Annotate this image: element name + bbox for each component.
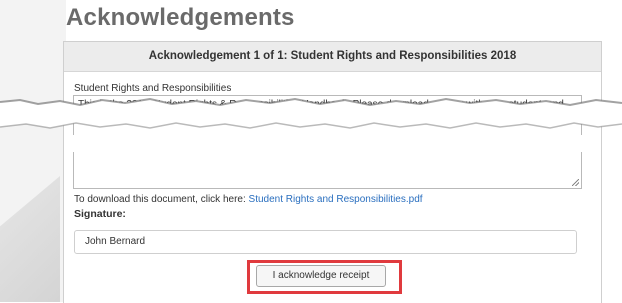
resize-grip-icon[interactable]	[572, 179, 579, 186]
download-link[interactable]: Student Rights and Responsibilities.pdf	[249, 194, 423, 205]
acknowledgement-panel: Acknowledgement 1 of 1: Student Rights a…	[63, 41, 602, 303]
document-textarea[interactable]: This is the 2018 Student Rights & Respon…	[73, 95, 582, 135]
acknowledge-receipt-button[interactable]: I acknowledge receipt	[256, 265, 386, 287]
document-textarea-lower[interactable]	[73, 152, 582, 189]
signature-label: Signature:	[74, 208, 126, 220]
signature-input[interactable]: John Bernard	[74, 230, 577, 254]
page-title: Acknowledgements	[66, 4, 295, 31]
panel-header: Acknowledgement 1 of 1: Student Rights a…	[64, 42, 601, 72]
download-instruction: To download this document, click here: S…	[74, 194, 423, 205]
download-prefix: To download this document, click here:	[74, 194, 249, 205]
document-label: Student Rights and Responsibilities	[74, 83, 232, 94]
document-text: This is the 2018 Student Rights & Respon…	[78, 99, 564, 123]
